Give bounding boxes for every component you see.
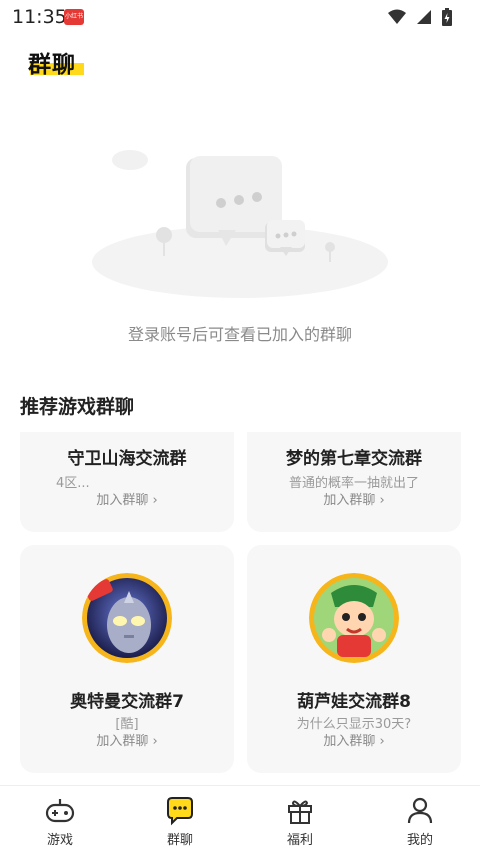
- chat-bubble-icon: [167, 797, 193, 826]
- nav-label: 福利: [286, 833, 313, 848]
- empty-chat-illustration: [92, 150, 388, 298]
- nav-item-group-chat[interactable]: 群聊: [120, 786, 240, 854]
- nav-label: 游戏: [46, 833, 73, 848]
- page-title: 群聊: [28, 52, 76, 78]
- join-group-link[interactable]: 加入群聊 ›: [247, 730, 461, 749]
- group-name: 葫芦娃交流群8: [297, 692, 411, 712]
- app-notification-badge: 小红书: [64, 9, 84, 25]
- person-icon: [407, 797, 433, 824]
- group-name: 守卫山海交流群: [67, 449, 187, 469]
- join-group-link[interactable]: 加入群聊 ›: [20, 489, 234, 508]
- signal-icon: [417, 10, 431, 24]
- battery-icon: [442, 8, 452, 26]
- group-name: 奥特曼交流群7: [70, 692, 184, 712]
- group-card[interactable]: 守卫山海交流群 4区... 加入群聊 ›: [20, 432, 234, 532]
- group-avatar: [309, 573, 399, 663]
- gift-icon: [288, 800, 312, 824]
- nav-label: 我的: [406, 833, 433, 848]
- nav-label: 群聊: [166, 833, 193, 848]
- group-card[interactable]: 奥特曼交流群7 [酷] 加入群聊 ›: [20, 545, 234, 773]
- nav-item-games[interactable]: 游戏: [0, 786, 120, 854]
- status-bar: 11:35 小红书: [0, 0, 480, 34]
- group-avatar: [82, 573, 172, 663]
- nav-item-welfare[interactable]: 福利: [240, 786, 360, 854]
- status-time: 11:35: [12, 6, 67, 28]
- page-title-wrap: 群聊: [28, 45, 84, 79]
- bottom-nav: 游戏 群聊 福利 我的: [0, 785, 480, 854]
- group-card[interactable]: 葫芦娃交流群8 为什么只显示30天? 加入群聊 ›: [247, 545, 461, 773]
- group-card[interactable]: 梦的第七章交流群 普通的概率一抽就出了 加入群聊 ›: [247, 432, 461, 532]
- nav-item-mine[interactable]: 我的: [360, 786, 480, 854]
- empty-message: 登录账号后可查看已加入的群聊: [127, 325, 352, 344]
- section-title: 推荐游戏群聊: [20, 396, 135, 418]
- status-icons: [388, 8, 452, 26]
- join-group-link[interactable]: 加入群聊 ›: [20, 730, 234, 749]
- join-group-link[interactable]: 加入群聊 ›: [247, 489, 461, 508]
- gamepad-icon: [45, 799, 75, 823]
- group-name: 梦的第七章交流群: [286, 449, 422, 469]
- wifi-icon: [388, 9, 406, 24]
